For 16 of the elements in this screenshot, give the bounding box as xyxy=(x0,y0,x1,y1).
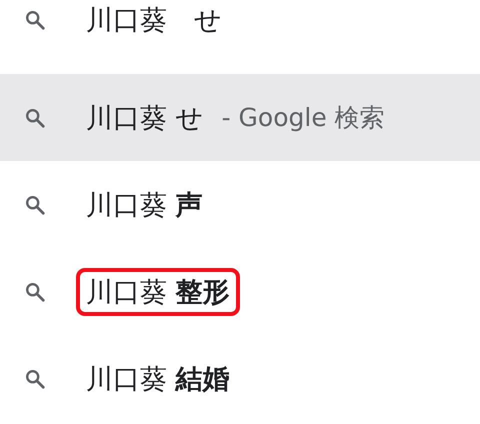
suggestion-text: 川口葵 整形 xyxy=(76,268,240,316)
suggestion-text: 川口葵 結婚 xyxy=(85,362,231,396)
suggestion-text: 川口葵 せ xyxy=(85,102,205,136)
search-icon xyxy=(24,194,46,216)
search-icon xyxy=(24,368,46,390)
suggestion-row[interactable]: 川口葵 結婚 xyxy=(0,335,480,422)
suggestion-row[interactable]: 川口葵 声 xyxy=(0,161,480,248)
suggestion-row[interactable]: 川口葵 整形 xyxy=(0,248,480,335)
search-icon xyxy=(24,106,46,128)
suggestion-row[interactable]: 川口葵 せ - Google 検索 xyxy=(0,74,480,161)
suggestion-suffix: - Google 検索 xyxy=(222,102,385,134)
search-icon xyxy=(24,280,46,302)
search-icon xyxy=(24,9,46,31)
suggestion-row[interactable]: 川口葵 せ xyxy=(0,0,480,40)
suggestion-text: 川口葵 せ xyxy=(85,4,223,38)
suggestion-text: 川口葵 声 xyxy=(85,188,204,222)
